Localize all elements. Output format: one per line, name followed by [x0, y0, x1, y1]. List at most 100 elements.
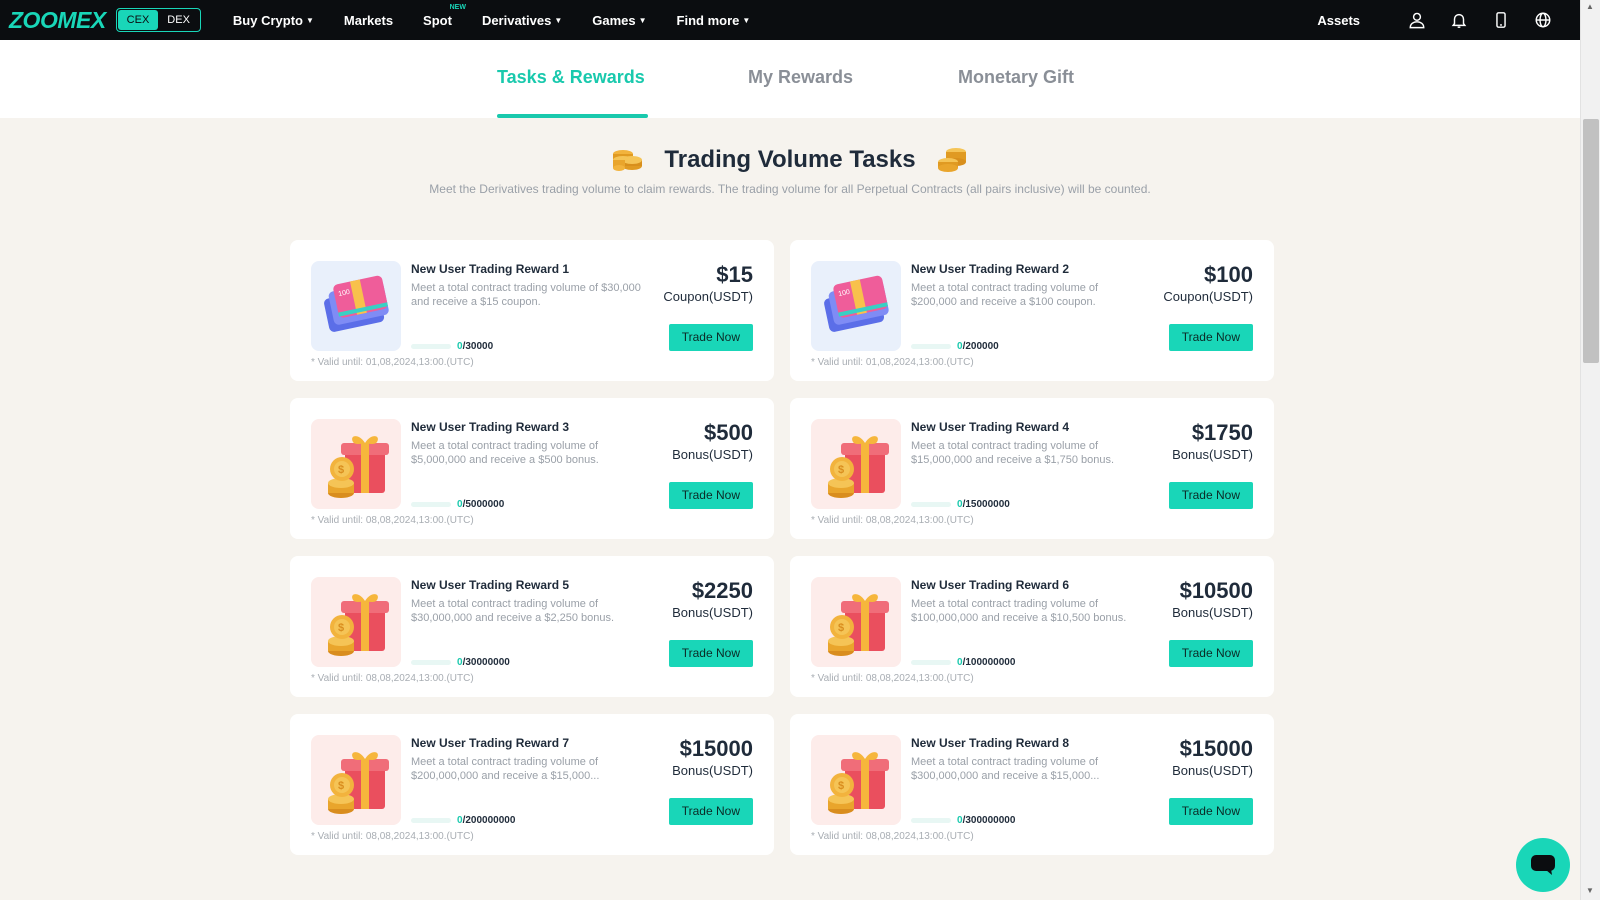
- card-title: New User Trading Reward 7: [411, 736, 570, 750]
- reward-unit: Coupon(USDT): [663, 289, 753, 304]
- progress: 0/100000000: [911, 657, 1015, 668]
- gift-icon: $: [811, 735, 901, 825]
- dex-option[interactable]: DEX: [158, 10, 199, 30]
- nav-spot[interactable]: Spot NEW: [423, 4, 466, 28]
- nav-games[interactable]: Games ▼: [592, 13, 646, 28]
- chat-button[interactable]: [1516, 838, 1570, 892]
- reward-amount: $100: [1204, 262, 1253, 287]
- reward-amount: $500: [704, 420, 753, 445]
- page-scrollbar[interactable]: ▲ ▼: [1580, 0, 1600, 900]
- progress-target: /100000000: [962, 657, 1016, 668]
- section-title: Trading Volume Tasks: [664, 146, 916, 173]
- progress-bar: [911, 818, 951, 823]
- reward-amount: $15000: [1179, 736, 1253, 761]
- reward-amount: $10500: [1179, 578, 1253, 603]
- nav-games-label: Games: [592, 12, 636, 28]
- bell-icon[interactable]: [1450, 11, 1468, 29]
- coins-icon: [610, 144, 644, 176]
- progress-target: /30000000: [462, 657, 510, 668]
- caret-down-icon: ▼: [554, 15, 563, 25]
- trade-now-button[interactable]: Trade Now: [668, 482, 753, 509]
- trade-now-button[interactable]: Trade Now: [1168, 640, 1253, 667]
- scroll-up-arrow-icon[interactable]: ▲: [1586, 2, 1594, 11]
- section-header: Trading Volume Tasks: [0, 144, 1580, 176]
- svg-text:$: $: [338, 464, 344, 476]
- cex-option[interactable]: CEX: [117, 10, 159, 30]
- reward-unit: Bonus(USDT): [1172, 447, 1253, 462]
- progress-target: /15000000: [962, 499, 1010, 510]
- task-card: $ New User Trading Reward 7 Meet a total c…: [290, 714, 774, 855]
- chat-icon: [1531, 855, 1555, 875]
- progress-text: 0/30000: [457, 341, 493, 352]
- nav-find-more[interactable]: Find more ▼: [677, 13, 751, 28]
- task-card: 100 New User Trading Reward 1 Meet a total…: [290, 240, 774, 381]
- user-icon[interactable]: [1408, 11, 1426, 29]
- card-title: New User Trading Reward 2: [911, 262, 1070, 276]
- reward-unit: Bonus(USDT): [1172, 763, 1253, 778]
- tab-monetary-gift[interactable]: Monetary Gift: [958, 67, 1074, 88]
- assets-link[interactable]: Assets: [1317, 13, 1360, 28]
- progress: 0/200000000: [411, 815, 515, 826]
- progress-text: 0/100000000: [957, 657, 1015, 668]
- tab-tasks-rewards[interactable]: Tasks & Rewards: [497, 67, 645, 88]
- reward-unit: Bonus(USDT): [672, 763, 753, 778]
- card-description: Meet a total contract trading volume of …: [911, 756, 1100, 782]
- trade-now-button[interactable]: Trade Now: [1168, 798, 1253, 825]
- caret-down-icon: ▼: [742, 15, 751, 25]
- card-description: Meet a total contract trading volume of …: [911, 440, 1115, 466]
- progress-bar: [411, 818, 451, 823]
- card-title: New User Trading Reward 8: [911, 736, 1070, 750]
- progress-target: /200000: [962, 341, 999, 352]
- progress: 0/30000000: [411, 657, 510, 668]
- trade-now-button[interactable]: Trade Now: [668, 324, 753, 351]
- card-description: Meet a total contract trading volume of …: [411, 598, 615, 624]
- nav-derivatives-label: Derivatives: [481, 12, 552, 28]
- cex-dex-toggle[interactable]: CEX DEX: [115, 8, 201, 32]
- nav-derivatives[interactable]: Derivatives ▼: [482, 13, 562, 28]
- scroll-down-arrow-icon[interactable]: ▼: [1586, 886, 1594, 895]
- card-title: New User Trading Reward 6: [911, 578, 1070, 592]
- reward-amount: $15: [716, 262, 753, 287]
- progress-bar: [911, 344, 951, 349]
- task-card: $ New User Trading Reward 8 Meet a total c…: [790, 714, 1274, 855]
- zoomex-logo[interactable]: ZOOMEX: [9, 7, 106, 34]
- trade-now-button[interactable]: Trade Now: [668, 640, 753, 667]
- nav-buy-crypto[interactable]: Buy Crypto ▼: [233, 13, 314, 28]
- card-title: New User Trading Reward 5: [411, 578, 570, 592]
- tab-bar: Tasks & Rewards My Rewards Monetary Gift: [0, 40, 1580, 118]
- card-title: New User Trading Reward 4: [911, 420, 1070, 434]
- reward-amount: $1750: [1191, 420, 1253, 445]
- card-title: New User Trading Reward 3: [411, 420, 570, 434]
- card-title: New User Trading Reward 1: [411, 262, 570, 276]
- gift-icon: $: [811, 419, 901, 509]
- trade-now-button[interactable]: Trade Now: [1168, 482, 1253, 509]
- trade-now-button[interactable]: Trade Now: [1168, 324, 1253, 351]
- progress-bar: [911, 660, 951, 665]
- valid-until: * Valid until: 08,08,2024,13:00.(UTC): [311, 515, 474, 526]
- progress-text: 0/15000000: [957, 499, 1010, 510]
- svg-text:$: $: [838, 780, 844, 792]
- progress: 0/5000000: [411, 499, 504, 510]
- progress-bar: [411, 344, 451, 349]
- progress-target: /30000: [462, 341, 494, 352]
- globe-icon[interactable]: [1534, 11, 1552, 29]
- new-badge: NEW: [449, 3, 466, 11]
- trade-now-button[interactable]: Trade Now: [668, 798, 753, 825]
- svg-text:$: $: [838, 622, 844, 634]
- progress-text: 0/30000000: [457, 657, 510, 668]
- svg-text:$: $: [338, 780, 344, 792]
- mobile-icon[interactable]: [1492, 11, 1510, 29]
- tab-my-rewards[interactable]: My Rewards: [748, 67, 853, 88]
- progress-target: /300000000: [962, 815, 1016, 826]
- valid-until: * Valid until: 01,08,2024,13:00.(UTC): [311, 357, 474, 368]
- coupon-icon: 100: [811, 261, 901, 351]
- card-description: Meet a total contract trading volume of …: [411, 282, 641, 308]
- coupon-icon: 100: [311, 261, 401, 351]
- valid-until: * Valid until: 01,08,2024,13:00.(UTC): [811, 357, 974, 368]
- scrollbar-thumb[interactable]: [1583, 119, 1599, 363]
- gift-icon: $: [311, 419, 401, 509]
- progress: 0/15000000: [911, 499, 1010, 510]
- nav-markets[interactable]: Markets: [344, 13, 393, 28]
- gift-icon: $: [311, 735, 401, 825]
- progress-bar: [411, 502, 451, 507]
